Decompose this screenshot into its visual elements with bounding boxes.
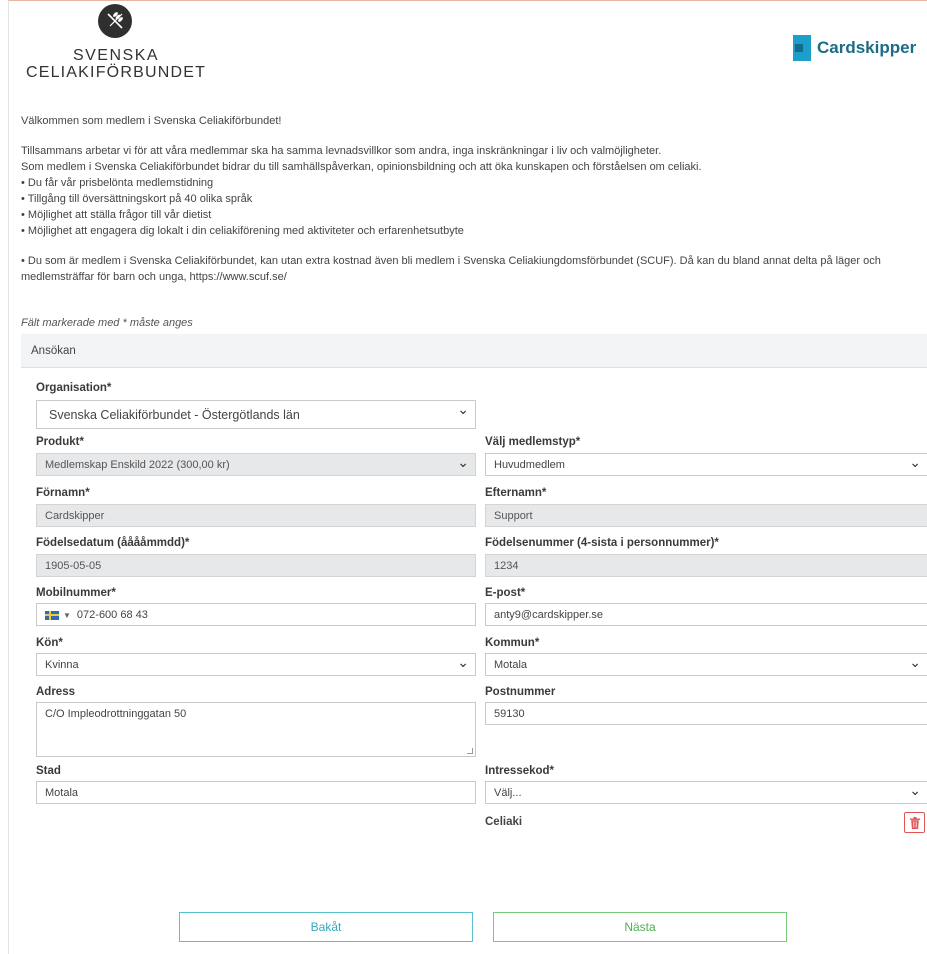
delete-interest-button[interactable] [904, 812, 925, 833]
intressekod-label: Intressekod* [485, 765, 555, 777]
epost-value: anty9@cardskipper.se [494, 609, 604, 621]
country-dropdown-icon[interactable]: ▼ [63, 611, 71, 620]
welcome-text: Välkommen som medlem i Svenska Celiakifö… [21, 115, 282, 127]
produkt-select[interactable]: Medlemskap Enskild 2022 (300,00 kr) [36, 453, 476, 476]
produkt-value: Medlemskap Enskild 2022 (300,00 kr) [45, 459, 230, 471]
efternamn-value: Support [494, 510, 533, 522]
intro-paragraph: Som medlem i Svenska Celiakiförbundet bi… [21, 161, 702, 173]
postnummer-value: 59130 [494, 708, 525, 720]
wheat-logo-icon [98, 4, 132, 38]
organisation-select[interactable]: Svenska Celiakiförbundet - Östergötlands… [36, 400, 476, 429]
scuf-info: • Du som är medlem i Svenska Celiakiförb… [21, 255, 881, 267]
required-fields-note: Fält markerade med * måste anges [21, 317, 193, 329]
mobil-value: 072-600 68 43 [76, 609, 148, 621]
fodelsenummer-value: 1234 [494, 560, 519, 572]
stad-label: Stad [36, 765, 61, 777]
adress-label: Adress [36, 686, 75, 698]
epost-input[interactable]: anty9@cardskipper.se [485, 603, 927, 626]
kon-value: Kvinna [45, 659, 79, 671]
kommun-value: Motala [494, 659, 528, 671]
kon-select[interactable]: Kvinna [36, 653, 476, 676]
fornamn-input[interactable]: Cardskipper [36, 504, 476, 527]
medlemstyp-label: Välj medlemstyp* [485, 436, 581, 448]
scuf-info-cont: medlemsträffar för barn och unga, https:… [21, 271, 287, 283]
resize-handle-icon[interactable] [467, 748, 473, 754]
organisation-label: Organisation* [36, 382, 112, 394]
section-header-ansokan: Ansökan [21, 334, 927, 368]
epost-label: E-post* [485, 587, 526, 599]
section-title: Ansökan [31, 345, 76, 357]
intro-paragraph: Tillsammans arbetar vi för att våra medl… [21, 145, 662, 157]
cardskipper-logo-text: Cardskipper [817, 38, 917, 57]
fodelsedatum-label: Födelsedatum (ååååmmdd)* [36, 537, 190, 549]
benefit-item: • Tillgång till översättningskort på 40 … [21, 193, 253, 205]
kon-label: Kön* [36, 637, 63, 649]
kommun-select[interactable]: Motala [485, 653, 927, 676]
efternamn-input[interactable]: Support [485, 504, 927, 527]
fodelsenummer-input[interactable]: 1234 [485, 554, 927, 577]
logo-text-line1: SVENSKA [72, 47, 160, 64]
intressekod-select[interactable]: Välj... [485, 781, 927, 804]
fornamn-label: Förnamn* [36, 487, 90, 499]
mobil-label: Mobilnummer* [36, 587, 116, 599]
kommun-label: Kommun* [485, 637, 540, 649]
fornamn-value: Cardskipper [45, 510, 105, 522]
intro-text: Välkommen som medlem i Svenska Celiakifö… [21, 113, 921, 285]
benefit-item: • Möjlighet att ställa frågor till vår d… [21, 209, 212, 221]
trash-icon [909, 816, 920, 829]
organisation-value: Svenska Celiakiförbundet - Östergötlands… [49, 408, 300, 422]
benefit-item: • Du får vår prisbelönta medlemstidning [21, 177, 214, 189]
medlemstyp-select[interactable]: Huvudmedlem [485, 453, 927, 476]
sweden-flag-icon[interactable] [45, 610, 59, 620]
benefit-item: • Möjlighet att engagera dig lokalt i di… [21, 225, 464, 237]
fodelsedatum-value: 1905-05-05 [45, 560, 102, 572]
celiakiforbundet-logo: SVENSKA CELIAKIFÖRBUNDET [21, 1, 211, 86]
fodelsenummer-label: Födelsenummer (4-sista i personnummer)* [485, 537, 719, 549]
stad-value: Motala [45, 787, 79, 799]
stad-input[interactable]: Motala [36, 781, 476, 804]
selected-interest-item: Celiaki [485, 816, 523, 828]
next-button[interactable]: Nästa [493, 912, 787, 942]
produkt-label: Produkt* [36, 436, 84, 448]
adress-value: C/O Impleodrottninggatan 50 [45, 708, 187, 720]
adress-textarea[interactable]: C/O Impleodrottninggatan 50 [36, 702, 476, 757]
fodelsedatum-input[interactable]: 1905-05-05 [36, 554, 476, 577]
page-container: SVENSKA CELIAKIFÖRBUNDET Cardskipper Väl… [8, 0, 927, 954]
postnummer-input[interactable]: 59130 [485, 702, 927, 725]
mobil-input[interactable]: ▼ 072-600 68 43 [36, 603, 476, 626]
cardskipper-logo: Cardskipper [793, 34, 916, 62]
efternamn-label: Efternamn* [485, 487, 547, 499]
postnummer-label: Postnummer [485, 686, 556, 698]
logo-text-line2: CELIAKIFÖRBUNDET [25, 64, 207, 81]
medlemstyp-value: Huvudmedlem [494, 459, 565, 471]
cardskipper-mark-icon [793, 35, 811, 61]
back-button[interactable]: Bakåt [179, 912, 473, 942]
intressekod-value: Välj... [494, 787, 522, 799]
